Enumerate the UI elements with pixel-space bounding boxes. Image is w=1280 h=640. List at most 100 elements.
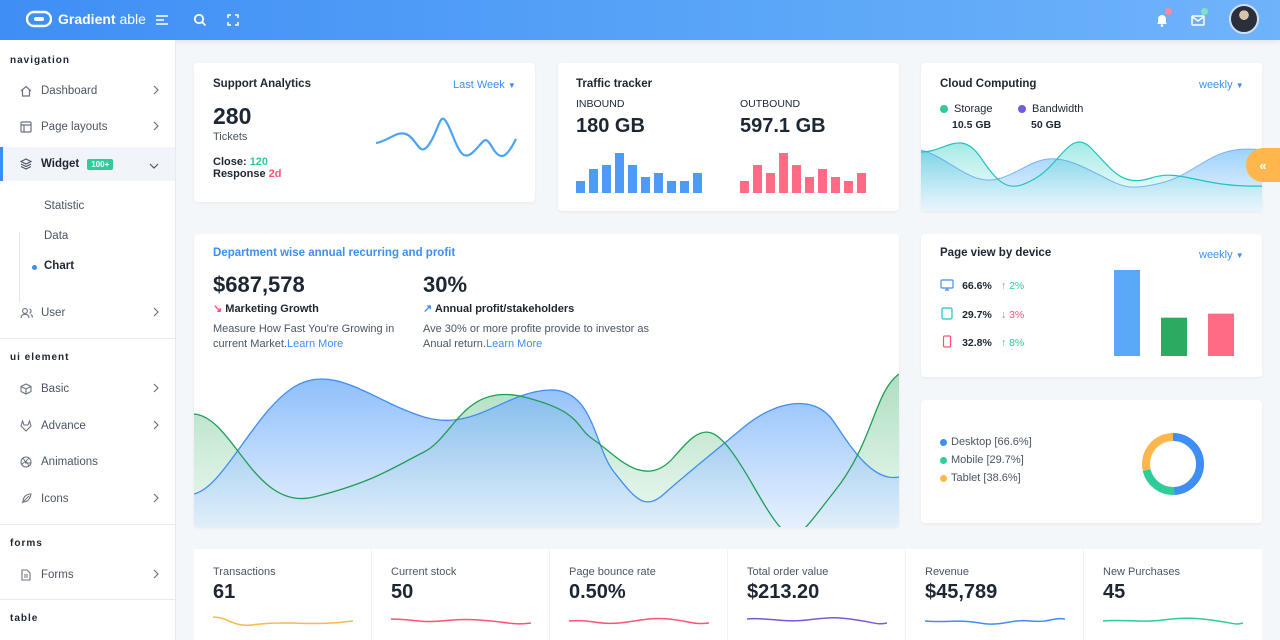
gitlab-icon — [19, 419, 33, 433]
legend-dot — [1018, 105, 1026, 114]
widget-count-badge: 100+ — [87, 158, 114, 170]
bar — [667, 181, 676, 193]
top-bar: Gradient able — [0, 0, 1280, 40]
bar — [641, 177, 650, 193]
chevron-down-icon — [149, 160, 159, 172]
stat-total-order-value: Total order value $213.20 — [728, 549, 906, 640]
stat-sparkline — [747, 617, 887, 625]
learn-more-link[interactable]: Learn More — [486, 338, 542, 350]
device-row-mobile: 32.8% ↑ 8% — [940, 335, 1024, 351]
smartphone-icon — [940, 335, 954, 351]
bar — [693, 173, 702, 193]
period-dropdown[interactable]: weekly ▼ — [1199, 79, 1244, 91]
logo-icon — [26, 10, 52, 28]
sidebar-item-icons[interactable]: Icons — [0, 482, 175, 516]
sidebar-item-label: Widget — [41, 158, 80, 170]
outbound-label: OUTBOUND — [740, 98, 801, 110]
stat-current-stock: Current stock 50 — [372, 549, 550, 640]
chevron-right-icon — [153, 307, 159, 320]
sidebar-subitem-chart[interactable]: Chart — [44, 260, 74, 272]
department-card: Department wise annual recurring and pro… — [194, 234, 899, 527]
device-row-desktop: 66.6% ↑ 2% — [940, 279, 1024, 294]
stat-value: $213.20 — [747, 581, 820, 603]
trending-down-icon: ↘ — [213, 303, 223, 315]
inbound-label: INBOUND — [576, 98, 625, 110]
tablet-icon — [940, 307, 954, 323]
sidebar-item-page-layouts[interactable]: Page layouts — [0, 110, 175, 144]
active-subitem-dot — [32, 265, 37, 270]
sidebar-subitem-statistic[interactable]: Statistic — [44, 200, 84, 212]
logo[interactable]: Gradient able — [26, 10, 146, 28]
stat-value: 45 — [1103, 581, 1126, 603]
bar — [857, 173, 866, 193]
avatar[interactable] — [1229, 4, 1259, 34]
donut-chart — [1142, 433, 1204, 495]
bar — [753, 165, 762, 193]
stat-label: Revenue — [925, 566, 970, 578]
profit-desc: Ave 30% or more profite provide to inves… — [423, 323, 650, 350]
device-row-tablet: 29.7% ↓ 3% — [940, 307, 1024, 323]
bar — [680, 181, 689, 193]
collapse-panel-button[interactable]: « — [1246, 148, 1280, 182]
sidebar-item-advance[interactable]: Advance — [0, 409, 175, 443]
page-view-card: Page view by device weekly ▼ 66.6% ↑ 2% … — [921, 234, 1262, 377]
card-title: Department wise annual recurring and pro… — [213, 247, 456, 259]
outbound-bar-chart — [740, 153, 866, 193]
sidebar-item-forms[interactable]: Forms — [0, 558, 175, 592]
support-sparkline — [375, 117, 517, 157]
sidebar-item-animations[interactable]: Animations — [0, 445, 175, 479]
stat-value: 0.50% — [569, 581, 626, 603]
nav-caption-table: table — [10, 613, 39, 624]
bar — [792, 165, 801, 193]
learn-more-link[interactable]: Learn More — [287, 338, 343, 350]
change-down: ↓ 3% — [1000, 308, 1025, 321]
search-icon[interactable] — [190, 10, 210, 30]
dropdown-label: Last Week — [453, 79, 505, 91]
sidebar-subitem-data[interactable]: Data — [44, 230, 68, 242]
layout-icon — [19, 120, 33, 134]
sidebar-item-label: Forms — [41, 569, 74, 581]
divider — [0, 599, 175, 600]
bar — [779, 153, 788, 193]
fullscreen-icon[interactable] — [223, 10, 243, 30]
donut-slice — [1142, 433, 1174, 471]
monitor-icon — [940, 279, 954, 294]
close-stat: Close: 120 — [213, 156, 269, 168]
stat-revenue: Revenue $45,789 — [906, 549, 1084, 640]
menu-toggle-icon[interactable] — [152, 10, 172, 30]
sidebar-item-dashboard[interactable]: Dashboard — [0, 74, 175, 108]
stat-sparkline — [1103, 617, 1243, 625]
dropdown-label: weekly — [1199, 79, 1233, 91]
stat-label: Total order value — [747, 566, 829, 578]
stat-label: New Purchases — [1103, 566, 1181, 578]
trending-up-icon: ↗ — [423, 303, 433, 315]
period-dropdown[interactable]: weekly ▼ — [1199, 249, 1244, 261]
feather-icon — [19, 492, 33, 506]
sidebar-item-widget[interactable]: Widget 100+ — [0, 147, 175, 181]
submenu-line — [19, 232, 20, 302]
sidebar-item-basic[interactable]: Basic — [0, 372, 175, 406]
bar — [589, 169, 598, 193]
stat-sparkline — [213, 616, 353, 626]
period-dropdown[interactable]: Last Week ▼ — [453, 79, 516, 91]
double-chevron-left-icon: « — [1259, 157, 1267, 173]
sidebar-item-user[interactable]: User — [0, 296, 175, 330]
legend-mobile: Mobile [29.7%] — [940, 454, 1024, 466]
ticket-unit: Tickets — [213, 131, 248, 143]
stat-bounce-rate: Page bounce rate 0.50% — [550, 549, 728, 640]
sidebar-item-label: Dashboard — [41, 85, 98, 97]
marketing-desc: Measure How Fast You're Growing in curre… — [213, 323, 395, 350]
inbound-value: 180 GB — [576, 115, 645, 137]
profit-value: 30% — [423, 272, 468, 297]
recurring-value: $687,578 — [213, 272, 305, 297]
bar — [654, 173, 663, 193]
outbound-value: 597.1 GB — [740, 115, 826, 137]
change-up: ↑ 8% — [1000, 336, 1025, 349]
chevron-right-icon — [153, 420, 159, 433]
legend-dot — [940, 105, 948, 114]
dropdown-label: weekly — [1199, 249, 1233, 261]
bar — [576, 181, 585, 193]
profit-label: ↗ Annual profit/stakeholders — [423, 303, 575, 315]
bar — [740, 181, 749, 193]
sidebar-item-label: Animations — [41, 456, 98, 468]
